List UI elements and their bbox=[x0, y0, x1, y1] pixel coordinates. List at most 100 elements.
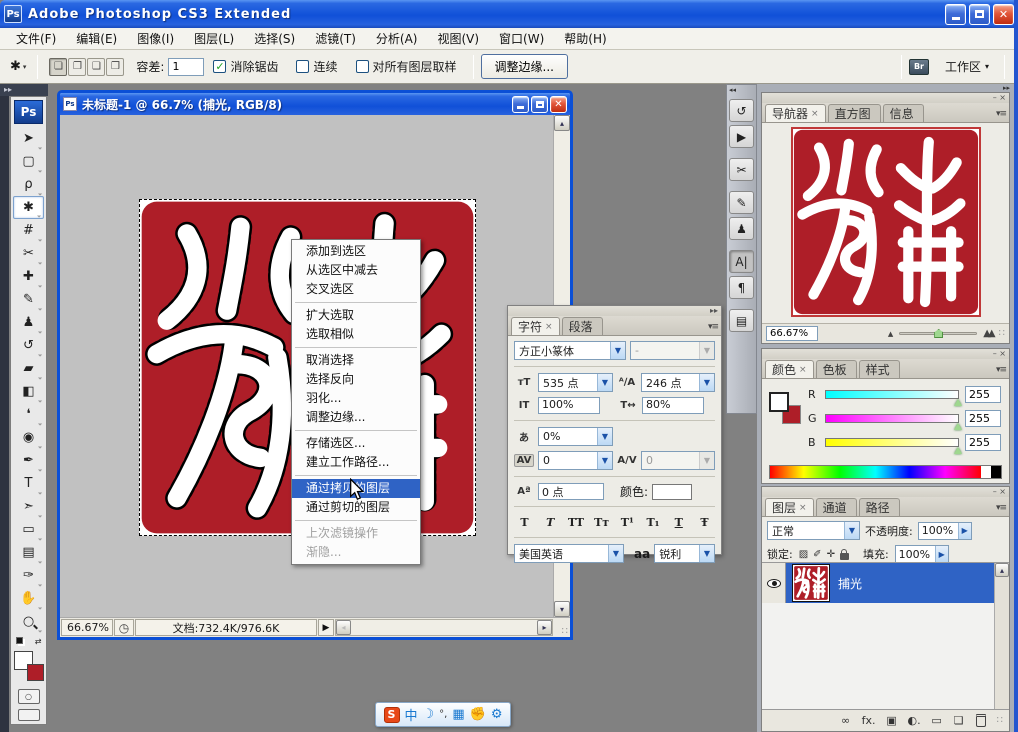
menu-item[interactable]: 文件(F) bbox=[6, 28, 66, 49]
lasso-tool[interactable]: ρ bbox=[13, 173, 44, 196]
default-colors-icon[interactable] bbox=[16, 637, 23, 644]
delete-layer-button[interactable] bbox=[975, 714, 987, 727]
resize-grip[interactable]: ∷ bbox=[999, 328, 1005, 339]
slider-thumb[interactable] bbox=[954, 447, 962, 454]
horizontal-scale-input[interactable]: 80% bbox=[642, 397, 704, 414]
font-size-select[interactable]: 535 点▼ bbox=[538, 373, 613, 392]
contiguous-checkbox[interactable]: 连续 bbox=[296, 58, 337, 75]
tolerance-input[interactable] bbox=[168, 58, 204, 76]
context-menu-item[interactable]: 扩大选取 bbox=[292, 306, 420, 325]
layer-style-button[interactable]: fx. bbox=[862, 714, 876, 727]
character-panel-button[interactable]: A| bbox=[729, 250, 754, 273]
active-tool-preview[interactable]: ✱ ▾ bbox=[6, 57, 30, 76]
panel-window-controls[interactable]: – × bbox=[762, 93, 1009, 103]
tab-close-icon[interactable]: × bbox=[799, 503, 807, 513]
font-style-select[interactable]: -▼ bbox=[630, 341, 715, 360]
menu-item[interactable]: 图像(I) bbox=[127, 28, 184, 49]
language-select[interactable]: 美国英语▼ bbox=[514, 544, 624, 563]
tab-character[interactable]: 字符× bbox=[511, 317, 560, 335]
faux-italic-button[interactable]: T bbox=[542, 514, 559, 530]
scroll-down-icon[interactable]: ▾ bbox=[554, 601, 570, 617]
black-swatch[interactable] bbox=[991, 466, 1001, 478]
opacity-input[interactable]: 100%▶ bbox=[918, 522, 972, 540]
lock-transparency-icon[interactable]: ▨ bbox=[799, 549, 808, 560]
context-menu-item[interactable]: 存储选区... bbox=[292, 434, 420, 453]
swap-colors-icon[interactable]: ⇄ bbox=[35, 637, 42, 646]
context-menu-item[interactable]: 取消选择 bbox=[292, 351, 420, 370]
subtract-from-selection-mode[interactable]: ❑ bbox=[87, 58, 105, 76]
tab-color[interactable]: 颜色× bbox=[765, 360, 814, 378]
intersect-selection-mode[interactable]: ❒ bbox=[106, 58, 124, 76]
background-color-swatch[interactable] bbox=[27, 664, 44, 681]
tab-info[interactable]: 信息 bbox=[883, 104, 924, 122]
navigator-zoom-slider[interactable] bbox=[899, 332, 977, 335]
pen-tool[interactable]: ✒ bbox=[13, 449, 44, 472]
context-menu-item[interactable]: 交叉选区 bbox=[292, 280, 420, 299]
doc-close-button[interactable]: ✕ bbox=[550, 96, 567, 113]
color-spectrum-ramp[interactable] bbox=[769, 465, 1002, 479]
tab-paragraph[interactable]: 段落 bbox=[562, 317, 603, 335]
brushes-panel-button[interactable]: ✎ bbox=[729, 191, 754, 214]
toolbox-collapse-header[interactable]: ▸▸ bbox=[0, 84, 48, 96]
text-color-swatch[interactable] bbox=[652, 484, 692, 500]
menu-item[interactable]: 选择(S) bbox=[244, 28, 305, 49]
close-button[interactable]: ✕ bbox=[993, 4, 1014, 25]
new-selection-mode[interactable]: ❏ bbox=[49, 58, 67, 76]
ime-hand-tool[interactable]: ✊ bbox=[470, 707, 486, 722]
context-menu-item[interactable]: 添加到选区 bbox=[292, 242, 420, 261]
link-layers-button[interactable]: ∞ bbox=[840, 714, 852, 727]
brush-tool[interactable]: ✎ bbox=[13, 288, 44, 311]
new-group-button[interactable]: ▭ bbox=[931, 714, 943, 727]
faux-bold-button[interactable]: T bbox=[516, 514, 533, 530]
resize-grip[interactable]: ∷ bbox=[554, 618, 570, 637]
underline-button[interactable]: T bbox=[670, 514, 687, 530]
tab-close-icon[interactable]: × bbox=[811, 109, 819, 119]
menu-item[interactable]: 图层(L) bbox=[184, 28, 244, 49]
zoom-tool[interactable]: ○ bbox=[13, 610, 44, 633]
status-zoom-field[interactable]: 66.67% bbox=[61, 619, 113, 636]
ime-softkeyboard[interactable]: ▦ bbox=[452, 707, 464, 722]
panel-menu-icon[interactable]: ▾≡ bbox=[996, 503, 1006, 513]
layer-list-scrollbar[interactable]: ▴ bbox=[994, 563, 1009, 709]
workspace-button[interactable]: 工作区 ▾ bbox=[937, 56, 997, 77]
blend-mode-select[interactable]: 正常▼ bbox=[767, 521, 860, 540]
layer-mask-button[interactable]: ▣ bbox=[886, 714, 898, 727]
tool-presets-panel-button[interactable]: ✂ bbox=[729, 158, 754, 181]
navigator-proxy-view[interactable] bbox=[791, 127, 981, 317]
doc-maximize-button[interactable] bbox=[531, 96, 548, 113]
marquee-tool[interactable]: ▢ bbox=[13, 150, 44, 173]
layer-visibility-cell[interactable] bbox=[762, 563, 786, 603]
ime-settings[interactable]: ⚙ bbox=[491, 707, 503, 722]
status-menu-arrow[interactable]: ▶ bbox=[318, 619, 334, 636]
panel-menu-icon[interactable]: ▾≡ bbox=[996, 109, 1006, 119]
slider-thumb[interactable] bbox=[934, 329, 943, 338]
menu-item[interactable]: 编辑(E) bbox=[66, 28, 127, 49]
shape-tool[interactable]: ▭ bbox=[13, 518, 44, 541]
layer-comps-panel-button[interactable]: ▤ bbox=[729, 309, 754, 332]
scroll-up-icon[interactable]: ▴ bbox=[995, 563, 1009, 577]
scroll-right-icon[interactable]: ▸ bbox=[537, 620, 552, 635]
slice-tool[interactable]: ✂ bbox=[13, 242, 44, 265]
lock-paint-icon[interactable]: ✐ bbox=[813, 549, 821, 560]
menu-item[interactable]: 分析(A) bbox=[366, 28, 428, 49]
checkbox[interactable]: ✓ bbox=[213, 60, 226, 73]
move-tool[interactable]: ➤ bbox=[13, 127, 44, 150]
tab-navigator[interactable]: 导航器× bbox=[765, 104, 826, 122]
white-swatch[interactable] bbox=[981, 466, 991, 478]
context-menu-item[interactable]: 上次滤镜操作 bbox=[292, 524, 420, 543]
layer-row[interactable]: 捕光 bbox=[762, 563, 994, 603]
clone-source-panel-button[interactable]: ♟ bbox=[729, 217, 754, 240]
spot-healing-tool[interactable]: ✚ bbox=[13, 265, 44, 288]
tab-styles[interactable]: 样式 bbox=[859, 360, 900, 378]
channel-value-input[interactable] bbox=[965, 386, 1001, 403]
doc-minimize-button[interactable] bbox=[512, 96, 529, 113]
ime-punctuation-toggle[interactable]: °, bbox=[439, 709, 447, 720]
channel-value-input[interactable] bbox=[965, 434, 1001, 451]
refine-edge-button[interactable]: 调整边缘... bbox=[481, 54, 568, 79]
lock-all-icon[interactable] bbox=[840, 553, 849, 560]
slider-thumb[interactable] bbox=[954, 423, 962, 430]
channel-slider[interactable] bbox=[825, 414, 959, 423]
slider-thumb[interactable] bbox=[954, 399, 962, 406]
new-layer-button[interactable]: ❏ bbox=[953, 714, 965, 727]
path-select-tool[interactable]: ➣ bbox=[13, 495, 44, 518]
